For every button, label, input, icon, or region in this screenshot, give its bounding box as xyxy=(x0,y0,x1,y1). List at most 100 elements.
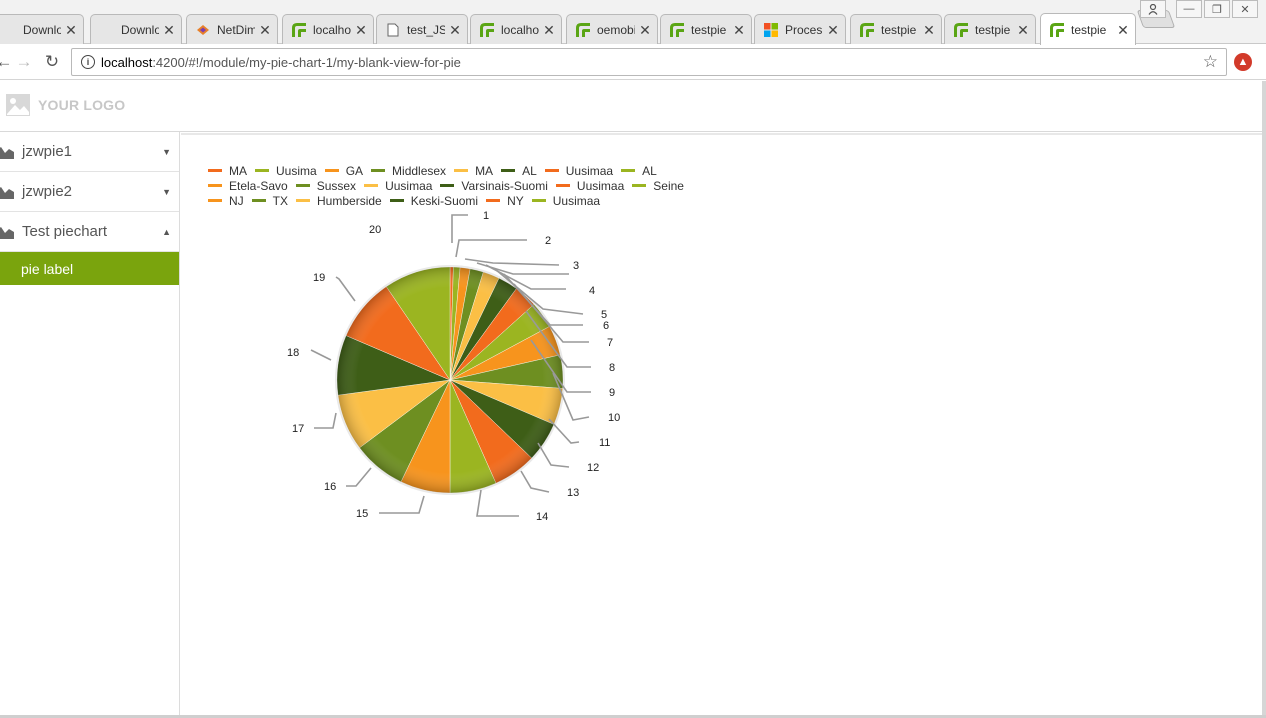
slice-label: 3 xyxy=(573,260,579,272)
microsoft-icon xyxy=(763,22,779,38)
sidebar-item-label: jzwpie1 xyxy=(22,143,73,160)
app-green-icon xyxy=(291,22,307,38)
tab-3[interactable]: NetDim ✕ xyxy=(186,14,278,44)
slice-label: 7 xyxy=(607,337,613,349)
tab-2[interactable]: Downlo ✕ xyxy=(90,14,182,44)
close-tab-icon[interactable]: ✕ xyxy=(259,23,271,37)
close-window-button[interactable]: ✕ xyxy=(1232,0,1258,18)
sidebar-item-test-piechart[interactable]: Test piechart ▲ xyxy=(0,212,179,252)
slice-label: 14 xyxy=(536,511,548,523)
close-tab-icon[interactable]: ✕ xyxy=(65,23,77,37)
extension-icon[interactable]: ▲ xyxy=(1234,53,1252,71)
tab-7[interactable]: oemobi ✕ xyxy=(566,14,658,44)
document-icon xyxy=(385,22,401,38)
maximize-button[interactable]: ❐ xyxy=(1204,0,1230,18)
tab-label: testpie xyxy=(1071,22,1107,37)
slice-leader-line xyxy=(310,349,332,361)
netdim-icon xyxy=(195,22,211,38)
close-tab-icon[interactable]: ✕ xyxy=(543,23,555,37)
area-chart-icon xyxy=(0,186,14,199)
close-tab-icon[interactable]: ✕ xyxy=(449,23,461,37)
tab-label: Proces xyxy=(785,22,823,37)
sidebar-subitem-pie-label[interactable]: pie label xyxy=(0,252,179,285)
person-icon xyxy=(1148,3,1158,15)
slice-leader-line xyxy=(335,276,356,302)
tab-label: testpie xyxy=(881,22,917,37)
tab-11[interactable]: testpie ✕ xyxy=(944,14,1036,44)
slice-label: 11 xyxy=(599,437,610,449)
arrow-left-icon: ← xyxy=(0,52,13,71)
tab-label: oemobi xyxy=(597,22,635,37)
blank-icon xyxy=(1,22,17,38)
tab-label: Downlo xyxy=(121,22,159,37)
slice-leader-line xyxy=(346,467,372,487)
tab-label: testpie xyxy=(691,22,727,37)
tab-4[interactable]: localho ✕ xyxy=(282,14,374,44)
reload-icon: ↻ xyxy=(44,52,60,71)
tab-label: localho xyxy=(313,22,351,37)
address-bar[interactable]: i localhost:4200/#!/module/my-pie-chart-… xyxy=(71,48,1227,76)
sidebar-item-label: Test piechart xyxy=(22,223,108,240)
tab-1[interactable]: Downlo ✕ xyxy=(0,14,84,44)
sidebar-item-jzwpie1[interactable]: jzwpie1 ▼ xyxy=(0,132,179,172)
tab-8[interactable]: testpie ✕ xyxy=(660,14,752,44)
close-tab-icon[interactable]: ✕ xyxy=(1117,23,1129,37)
minimize-icon: — xyxy=(1183,3,1195,15)
slice-label: 15 xyxy=(356,508,368,520)
slice-label: 18 xyxy=(287,347,299,359)
slice-label: 12 xyxy=(587,462,599,474)
app-green-icon xyxy=(669,22,685,38)
app-header: YOUR LOGO xyxy=(0,81,1262,132)
slice-label: 9 xyxy=(609,387,615,399)
sidebar-item-jzwpie2[interactable]: jzwpie2 ▼ xyxy=(0,172,179,212)
area-chart-icon xyxy=(0,226,14,239)
slice-leader-line xyxy=(379,495,425,514)
slice-label: 17 xyxy=(292,423,304,435)
close-tab-icon[interactable]: ✕ xyxy=(163,23,175,37)
caret-down-icon: ▼ xyxy=(162,187,171,197)
pie-chart: 1234567891011121314151617181920 xyxy=(287,210,620,523)
slice-label: 1 xyxy=(483,210,489,222)
tab-9[interactable]: Proces ✕ xyxy=(754,14,846,44)
close-icon: ✕ xyxy=(1240,3,1250,16)
tab-label: testpie xyxy=(975,22,1011,37)
close-tab-icon[interactable]: ✕ xyxy=(355,23,367,37)
close-tab-icon[interactable]: ✕ xyxy=(733,23,745,37)
info-icon[interactable]: i xyxy=(81,55,95,69)
window-controls: — ❐ ✕ xyxy=(1138,0,1258,18)
browser-toolbar: ← → ↻ i localhost:4200/#!/module/my-pie-… xyxy=(0,44,1266,80)
back-button[interactable]: ← xyxy=(0,52,14,72)
tab-12[interactable]: testpie ✕ xyxy=(1040,13,1136,45)
restore-icon: ❐ xyxy=(1212,3,1222,16)
app-green-icon xyxy=(859,22,875,38)
tab-10[interactable]: testpie ✕ xyxy=(850,14,942,44)
tab-5[interactable]: test_JS ✕ xyxy=(376,14,468,44)
forward-button[interactable]: → xyxy=(14,52,34,72)
minimize-button[interactable]: — xyxy=(1176,0,1202,18)
close-tab-icon[interactable]: ✕ xyxy=(1017,23,1029,37)
app-green-icon xyxy=(953,22,969,38)
bookmark-star-icon[interactable]: ☆ xyxy=(1203,52,1218,72)
slice-label: 19 xyxy=(313,272,325,284)
area-chart-icon xyxy=(0,146,14,159)
image-placeholder-icon xyxy=(6,94,30,116)
browser-titlebar: Downlo ✕ Downlo ✕ NetDim ✕ localho ✕ test_JS ✕ loc… xyxy=(0,0,1266,45)
url-host: localhost xyxy=(101,54,153,70)
close-tab-icon[interactable]: ✕ xyxy=(639,23,651,37)
logo[interactable]: YOUR LOGO xyxy=(5,93,125,117)
slice-label: 4 xyxy=(589,285,595,297)
slice-label: 16 xyxy=(324,481,336,493)
profile-button[interactable] xyxy=(1140,0,1166,18)
close-tab-icon[interactable]: ✕ xyxy=(923,23,935,37)
blank-icon xyxy=(99,22,115,38)
app-green-icon xyxy=(575,22,591,38)
tab-label: NetDim xyxy=(217,22,255,37)
tab-6[interactable]: localho ✕ xyxy=(470,14,562,44)
window-border xyxy=(1262,81,1266,718)
sidebar: jzwpie1 ▼ jzwpie2 ▼ Test piechart ▲ pie … xyxy=(0,132,180,716)
slice-label: 10 xyxy=(608,412,620,424)
close-tab-icon[interactable]: ✕ xyxy=(827,23,839,37)
reload-button[interactable]: ↻ xyxy=(42,52,62,72)
slice-leader-line xyxy=(455,239,527,258)
tab-label: Downlo xyxy=(23,22,61,37)
